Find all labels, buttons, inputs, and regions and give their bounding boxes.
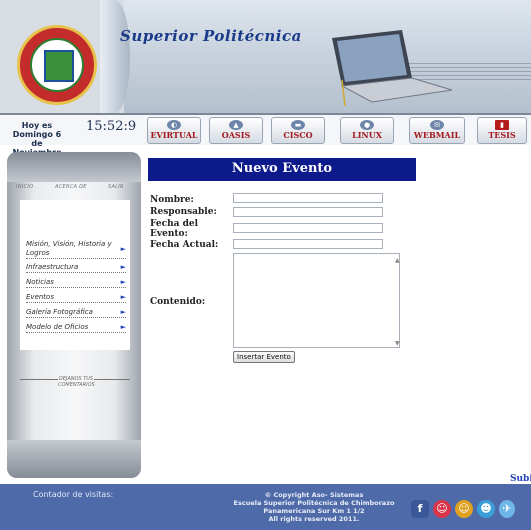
router-icon: ▬	[291, 120, 305, 130]
sidebar-item-infraestructura[interactable]: Infraestructura ►	[26, 263, 126, 273]
copyright-line: All rights reserved 2011.	[268, 515, 360, 523]
sidebar-item-label: Modelo de Oficios	[26, 323, 89, 331]
fecha-evento-input[interactable]	[233, 223, 383, 233]
form-title: Nuevo Evento	[231, 161, 333, 176]
arrow-right-icon: ►	[120, 263, 126, 271]
responsable-label: Responsable:	[150, 207, 217, 217]
copyright-line: Panamericana Sur Km 1 1/2	[263, 507, 365, 515]
nombre-label: Nombre:	[150, 195, 194, 205]
fecha-evento-label: Fecha del Evento:	[150, 219, 199, 239]
copyright-line: Escuela Superior Politécnica de Chimbora…	[233, 499, 395, 507]
arrow-right-icon: ►	[120, 323, 126, 331]
sidebar-top-cap	[7, 152, 141, 182]
nombre-input[interactable]	[233, 193, 383, 203]
nav-button-webmail[interactable]: ✉ WEBMAIL	[409, 117, 465, 144]
books-icon: ▮	[495, 120, 509, 130]
clock: 15:52:9	[86, 119, 137, 134]
sidebar-item-mision[interactable]: Misión, Visión, Historia y Logros ►	[26, 240, 126, 259]
nav-button-oasis[interactable]: ▲ OASIS	[209, 117, 263, 144]
penguin-icon: ●	[360, 120, 374, 130]
sidebar-top-links: INICIO ACERCA DE SALIR	[8, 184, 140, 194]
sidebar-item-label: Infraestructura	[26, 263, 79, 271]
sidebar-bottom-cap	[7, 440, 141, 478]
sidebar-item-eventos[interactable]: Eventos ►	[26, 293, 126, 303]
arrow-right-icon: ►	[120, 245, 126, 253]
nav-button-evirtual[interactable]: ◐ EVIRTUAL	[147, 117, 201, 144]
link-inicio[interactable]: INICIO	[16, 184, 33, 190]
header-swoosh	[100, 0, 130, 113]
copyright-line: © Copyright Aso- Sistemas	[264, 491, 364, 499]
wink-smiley-icon[interactable]: ☺	[455, 500, 473, 518]
fecha-actual-label: Fecha Actual:	[150, 240, 219, 250]
link-acerca-de[interactable]: ACERCA DE	[55, 184, 87, 190]
graduation-cap-icon: ▲	[229, 120, 243, 130]
scroll-down-icon[interactable]: ▼	[395, 340, 400, 347]
seal-emblem	[44, 50, 74, 82]
sidebar-item-label: Eventos	[26, 293, 54, 301]
site-title: Superior Politécnica	[120, 27, 302, 45]
visit-counter-label: Contador de visitas:	[33, 490, 114, 499]
contenido-textarea[interactable]	[233, 253, 400, 348]
responsable-input[interactable]	[233, 207, 383, 217]
seal-inner-ring	[30, 38, 84, 92]
sidebar-item-noticias[interactable]: Noticias ►	[26, 278, 126, 288]
nav-button-tesis[interactable]: ▮ TESIS	[477, 117, 527, 144]
nav-button-linux[interactable]: ● LINUX	[340, 117, 394, 144]
insertar-evento-button[interactable]: Insertar Evento	[233, 351, 295, 363]
bird-icon[interactable]: ✈	[499, 500, 515, 518]
chat-smiley-icon[interactable]: ☻	[477, 500, 495, 518]
arrow-right-icon: ►	[120, 278, 126, 286]
mail-icon: ✉	[430, 120, 444, 130]
arrow-right-icon: ►	[120, 308, 126, 316]
sidebar-item-label: Misión, Visión, Historia y Logros	[26, 240, 112, 257]
heart-smiley-icon[interactable]: ☺	[433, 500, 451, 518]
sidebar-item-label: Noticias	[26, 278, 54, 286]
link-salir[interactable]: SALIR	[108, 184, 124, 190]
sidebar-item-label: Galería Fotográfica	[26, 308, 93, 316]
arrow-right-icon: ►	[120, 293, 126, 301]
scroll-up-icon[interactable]: ▲	[395, 257, 400, 264]
laptop-image	[332, 30, 453, 107]
comments-link[interactable]: DEJANOS TUS COMENTARIOS	[58, 376, 95, 388]
site-header: Superior Politécnica	[0, 0, 531, 115]
nav-button-cisco[interactable]: ▬ CISCO	[271, 117, 325, 144]
contenido-label: Contenido:	[150, 297, 206, 307]
sidebar-item-oficios[interactable]: Modelo de Oficios ►	[26, 323, 126, 333]
subir-link[interactable]: Subi	[510, 474, 531, 484]
fecha-actual-input[interactable]	[233, 239, 383, 249]
copyright-block: © Copyright Aso- Sistemas Escuela Superi…	[224, 491, 404, 523]
facebook-icon[interactable]: f	[411, 500, 429, 518]
espoch-seal-logo	[17, 25, 97, 105]
globe-icon: ◐	[167, 120, 181, 130]
sidebar-item-galeria[interactable]: Galería Fotográfica ►	[26, 308, 126, 318]
